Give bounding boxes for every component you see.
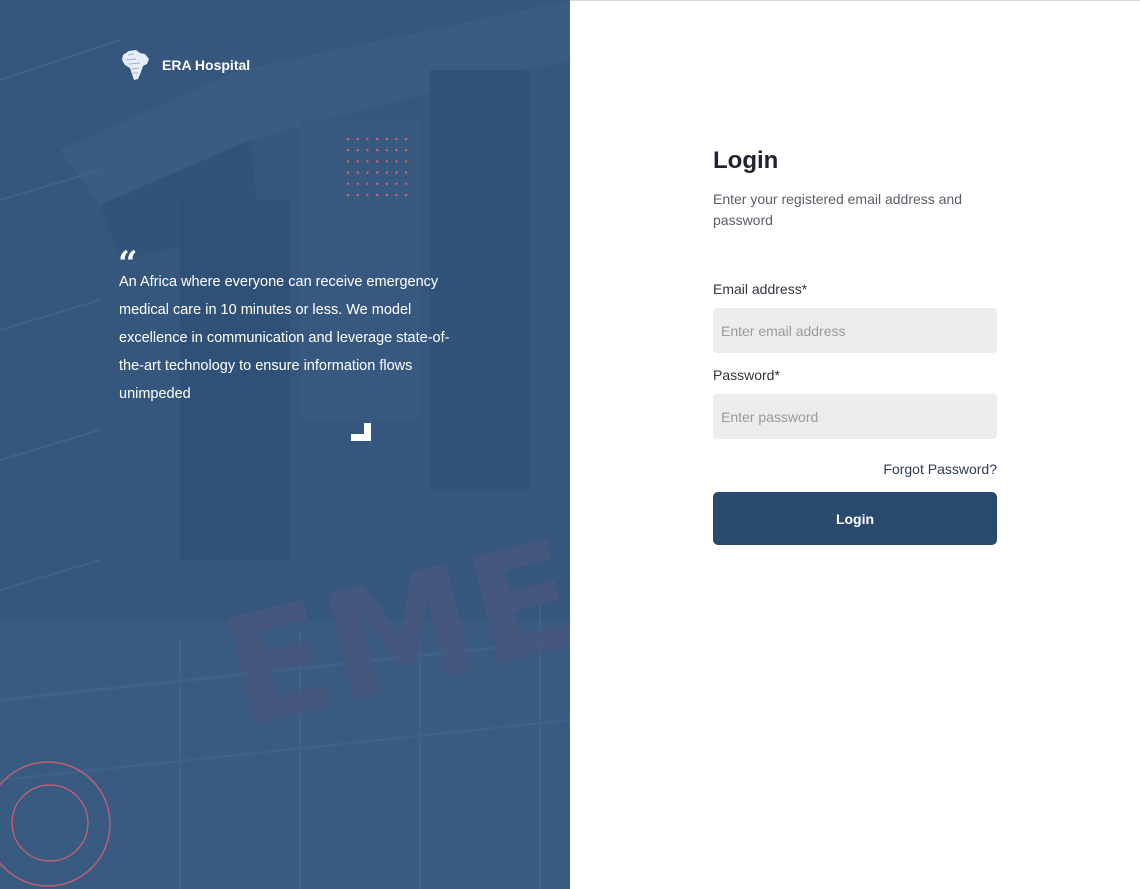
dot <box>405 193 408 197</box>
dot <box>395 171 398 174</box>
hero-panel: EMERG ERA Hospital “ An Africa where eve… <box>0 0 570 889</box>
dot <box>385 193 388 197</box>
mission-quote: An Africa where everyone can receive eme… <box>119 274 450 402</box>
password-label: Password* <box>713 367 780 383</box>
corner-bracket-decoration <box>351 423 371 441</box>
dot <box>375 182 379 185</box>
dot <box>366 193 369 197</box>
dot <box>395 193 398 197</box>
dot <box>405 171 408 174</box>
dot <box>405 160 408 163</box>
dot <box>405 137 408 141</box>
login-subtitle: Enter your registered email address and … <box>713 191 963 228</box>
dot <box>395 160 398 163</box>
dot <box>395 182 398 185</box>
login-button[interactable]: Login <box>713 492 997 545</box>
dot <box>356 160 359 163</box>
dot <box>366 171 369 174</box>
dot <box>356 137 359 141</box>
dot <box>375 160 379 163</box>
password-field[interactable] <box>713 394 997 439</box>
top-border <box>570 0 1140 1</box>
forgot-password-link[interactable]: Forgot Password? <box>883 461 997 477</box>
dot <box>356 193 359 197</box>
dot <box>346 149 350 152</box>
africa-map-icon <box>120 48 152 82</box>
dot <box>356 171 359 174</box>
dot <box>346 171 350 174</box>
dot <box>385 149 388 152</box>
dot <box>375 193 379 197</box>
email-field[interactable] <box>713 308 997 353</box>
dot <box>366 137 369 141</box>
dot <box>385 182 388 185</box>
dot <box>375 137 379 141</box>
login-title: Login <box>713 147 779 174</box>
dot <box>366 160 369 163</box>
dot <box>385 171 388 174</box>
dot <box>405 182 408 185</box>
dot <box>405 149 408 152</box>
dot <box>346 193 350 197</box>
hospital-background-image: EMERG <box>0 0 570 889</box>
dot <box>395 149 398 152</box>
dot <box>385 137 388 141</box>
dot <box>375 171 379 174</box>
email-label: Email address* <box>713 281 808 297</box>
dot <box>366 149 369 152</box>
login-form: Login Enter your registered email addres… <box>713 145 997 545</box>
brand-name: ERA Hospital <box>162 57 251 73</box>
dot <box>385 160 388 163</box>
quote-icon: “ <box>118 247 138 269</box>
dot <box>375 149 379 152</box>
dot <box>346 160 350 163</box>
dot <box>346 137 350 141</box>
dot <box>356 149 359 152</box>
dot <box>356 182 359 185</box>
brand[interactable]: ERA Hospital <box>120 48 250 82</box>
dot <box>395 137 398 141</box>
dot <box>366 182 369 185</box>
dot <box>346 182 350 185</box>
